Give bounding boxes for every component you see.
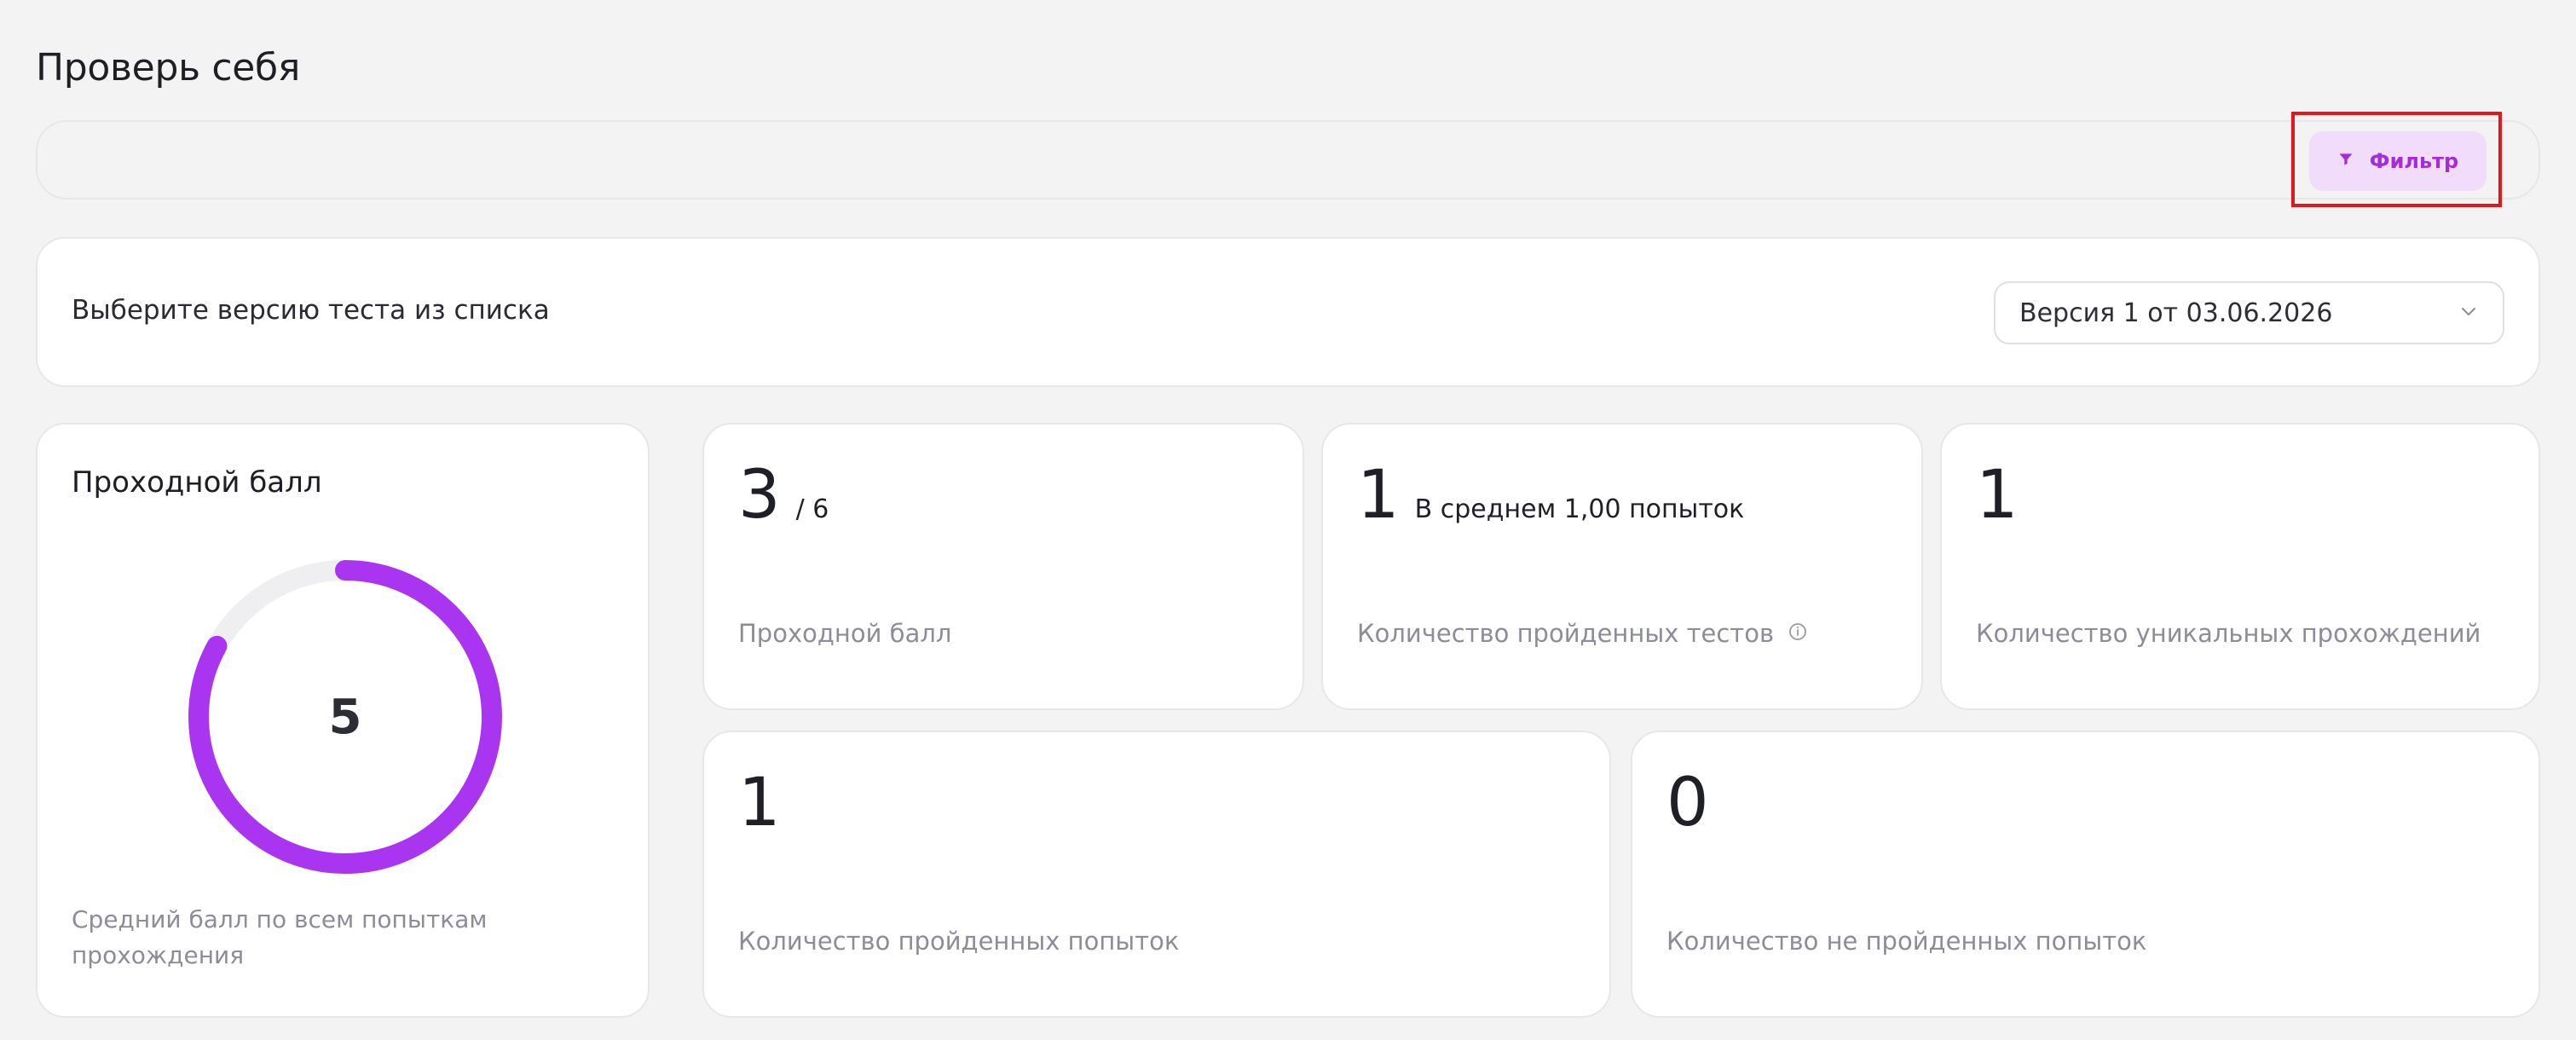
metric-caption-text-passed-attempts: Количество пройденных попыток [738,927,1180,956]
metric-main-unique-passes: 1 [1976,462,2019,529]
version-select[interactable]: Версия 1 от 03.06.2026 [1994,281,2504,344]
metric-caption-passed-attempts: Количество пройденных попыток [738,927,1179,956]
pass-score-caption: Средний балл по всем попыткам прохождени… [72,905,488,969]
version-selector-card: Выберите версию теста из списка Версия 1… [36,237,2540,387]
metric-card-unique-passes: 1 Количество уникальных прохождений [1940,423,2540,710]
filter-icon [2337,151,2354,171]
metric-caption-completed-tests: Количество пройденных тестов [1357,619,1808,648]
filter-button[interactable]: Фильтр [2309,131,2486,191]
metric-card-pass-score: 3 / 6 Проходной балл [702,423,1304,710]
metric-value-failed-attempts: 0 [1666,765,1709,841]
metric-caption-text-pass-score: Проходной балл [738,619,952,648]
metric-card-completed-tests: 1 В среднем 1,00 попыток Количество прой… [1321,423,1923,710]
metric-main-pass-score: 3 / 6 [738,462,829,529]
filter-label: Фильтр [2369,149,2459,173]
metric-caption-unique-passes: Количество уникальных прохождений [1976,619,2481,648]
metric-caption-pass-score: Проходной балл [738,619,951,648]
chevron-down-icon [2458,301,2479,325]
metric-main-failed-attempts: 0 [1666,770,1709,836]
metric-suffix-pass-score: / 6 [795,494,829,524]
info-icon[interactable] [1781,619,1808,648]
metric-caption-text-unique-passes: Количество уникальных прохождений [1976,619,2481,648]
metric-caption-text-completed-tests: Количество пройденных тестов [1357,619,1775,648]
version-select-label: Выберите версию теста из списка [72,295,550,326]
metric-card-passed-attempts: 1 Количество пройденных попыток [702,731,1611,1018]
score-ring: 5 [188,559,503,875]
version-select-value: Версия 1 от 03.06.2026 [2019,298,2333,328]
pass-score-title: Проходной балл [72,465,322,500]
metric-value-passed-attempts: 1 [738,765,781,841]
metric-value-completed-tests: 1 [1357,457,1400,534]
metric-value-pass-score: 3 [738,457,781,534]
metric-caption-failed-attempts: Количество не пройденных попыток [1666,927,2146,956]
metric-main-passed-attempts: 1 [738,770,781,836]
metric-value-unique-passes: 1 [1976,457,2019,534]
pass-score-card: Проходной балл 5 Средний балл по всем по… [36,423,650,1018]
filter-bar [36,120,2540,199]
score-ring-value: 5 [328,689,362,745]
metric-caption-text-failed-attempts: Количество не пройденных попыток [1666,927,2147,956]
metric-suffix-completed-tests: В среднем 1,00 попыток [1414,494,1745,524]
metric-main-completed-tests: 1 В среднем 1,00 попыток [1357,462,1744,529]
page-title: Проверь себя [36,46,301,90]
metric-card-failed-attempts: 0 Количество не пройденных попыток [1631,731,2540,1018]
